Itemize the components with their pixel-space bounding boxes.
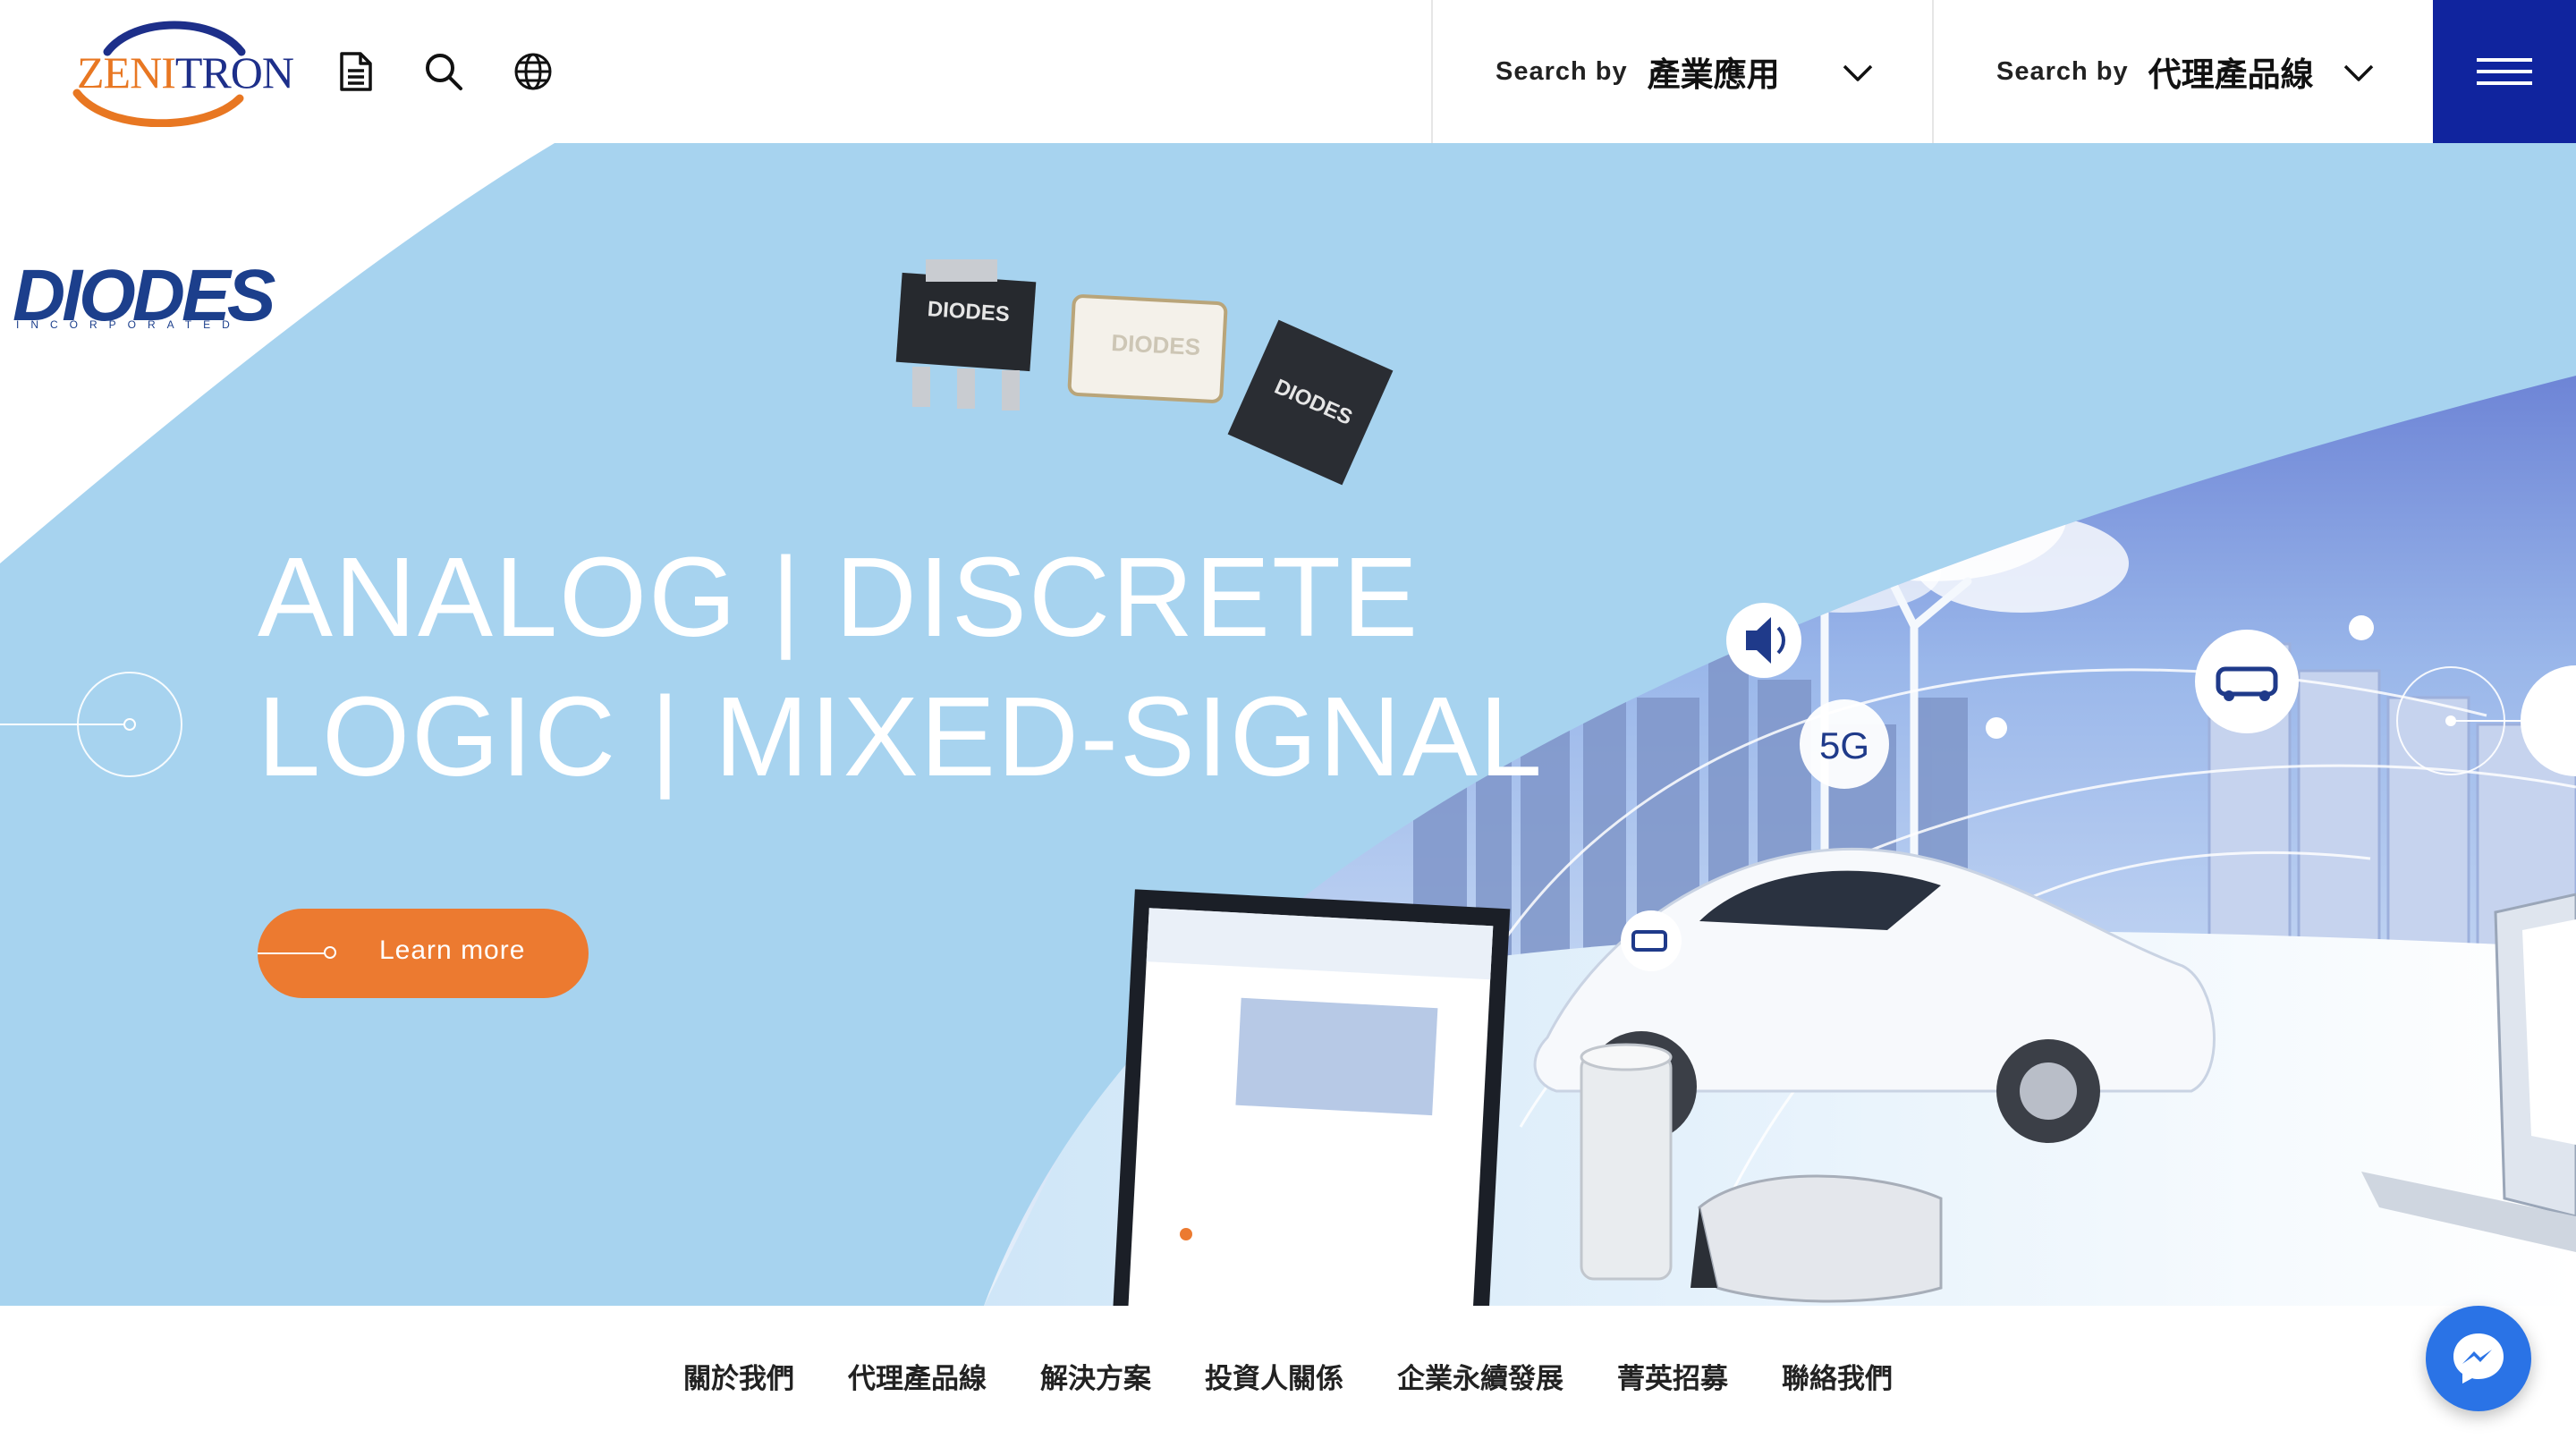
nav-investor-relations[interactable]: 投資人關係 xyxy=(1205,1356,1343,1396)
nav-careers[interactable]: 菁英招募 xyxy=(1617,1356,1728,1396)
search-icon[interactable] xyxy=(415,43,472,100)
hamburger-menu-icon xyxy=(2477,58,2532,85)
search-by-label: Search by xyxy=(1996,56,2129,86)
globe-icon[interactable] xyxy=(504,43,562,100)
button-line-decoration xyxy=(258,952,327,954)
chip-mark: DIODES xyxy=(1111,329,1201,360)
learn-more-label: Learn more xyxy=(379,935,526,965)
headline-line-2: LOGIC | MIXED-SIGNAL xyxy=(258,673,1544,800)
nav-about-us[interactable]: 關於我們 xyxy=(683,1356,794,1396)
search-by-product-value: 代理產品線 xyxy=(2148,55,2314,94)
battery-icon xyxy=(1621,910,1682,971)
site-header: ZENITRON Search by 產業應用 Search by 代理產品線 xyxy=(0,0,2576,143)
messenger-chat-button[interactable] xyxy=(2426,1306,2531,1411)
search-by-industry-value: 產業應用 xyxy=(1647,55,1780,94)
speaker-icon xyxy=(1726,603,1801,678)
nav-sustainability[interactable]: 企業永續發展 xyxy=(1397,1356,1563,1396)
search-by-label: Search by xyxy=(1496,56,1628,86)
hero-banner: DIODES DIODES DIODES 5G DIODES INCORPORA… xyxy=(0,143,2576,1306)
logo-wordmark: ZENITRON xyxy=(77,47,294,97)
ev-car-icon xyxy=(2195,630,2299,733)
nav-product-lines[interactable]: 代理產品線 xyxy=(848,1356,987,1396)
nav-solutions[interactable]: 解決方案 xyxy=(1040,1356,1151,1396)
document-icon[interactable] xyxy=(327,43,385,100)
learn-more-button[interactable]: Learn more xyxy=(258,909,589,998)
carousel-prev-arrow[interactable] xyxy=(0,671,188,778)
nav-contact-us[interactable]: 聯絡我們 xyxy=(1782,1356,1893,1396)
zenitron-logo[interactable]: ZENITRON xyxy=(72,16,294,127)
5g-label: 5G xyxy=(1819,724,1869,766)
chevron-down-icon xyxy=(1843,64,1873,81)
search-by-industry-dropdown[interactable]: Search by 產業應用 xyxy=(1431,0,1934,143)
search-by-product-dropdown[interactable]: Search by 代理產品線 xyxy=(1932,0,2433,143)
footer-navigation: 關於我們 代理產品線 解決方案 投資人關係 企業永續發展 菁英招募 聯絡我們 xyxy=(0,1306,2576,1456)
chevron-down-icon xyxy=(2343,64,2374,81)
hero-headline: ANALOG | DISCRETE LOGIC | MIXED-SIGNAL xyxy=(258,528,1544,807)
button-dot-decoration xyxy=(324,946,336,959)
hamburger-menu-button[interactable] xyxy=(2433,0,2576,143)
headline-line-1: ANALOG | DISCRETE xyxy=(258,534,1419,660)
diodes-partner-logo-sub: INCORPORATED xyxy=(16,318,242,331)
messenger-icon xyxy=(2453,1333,2504,1384)
